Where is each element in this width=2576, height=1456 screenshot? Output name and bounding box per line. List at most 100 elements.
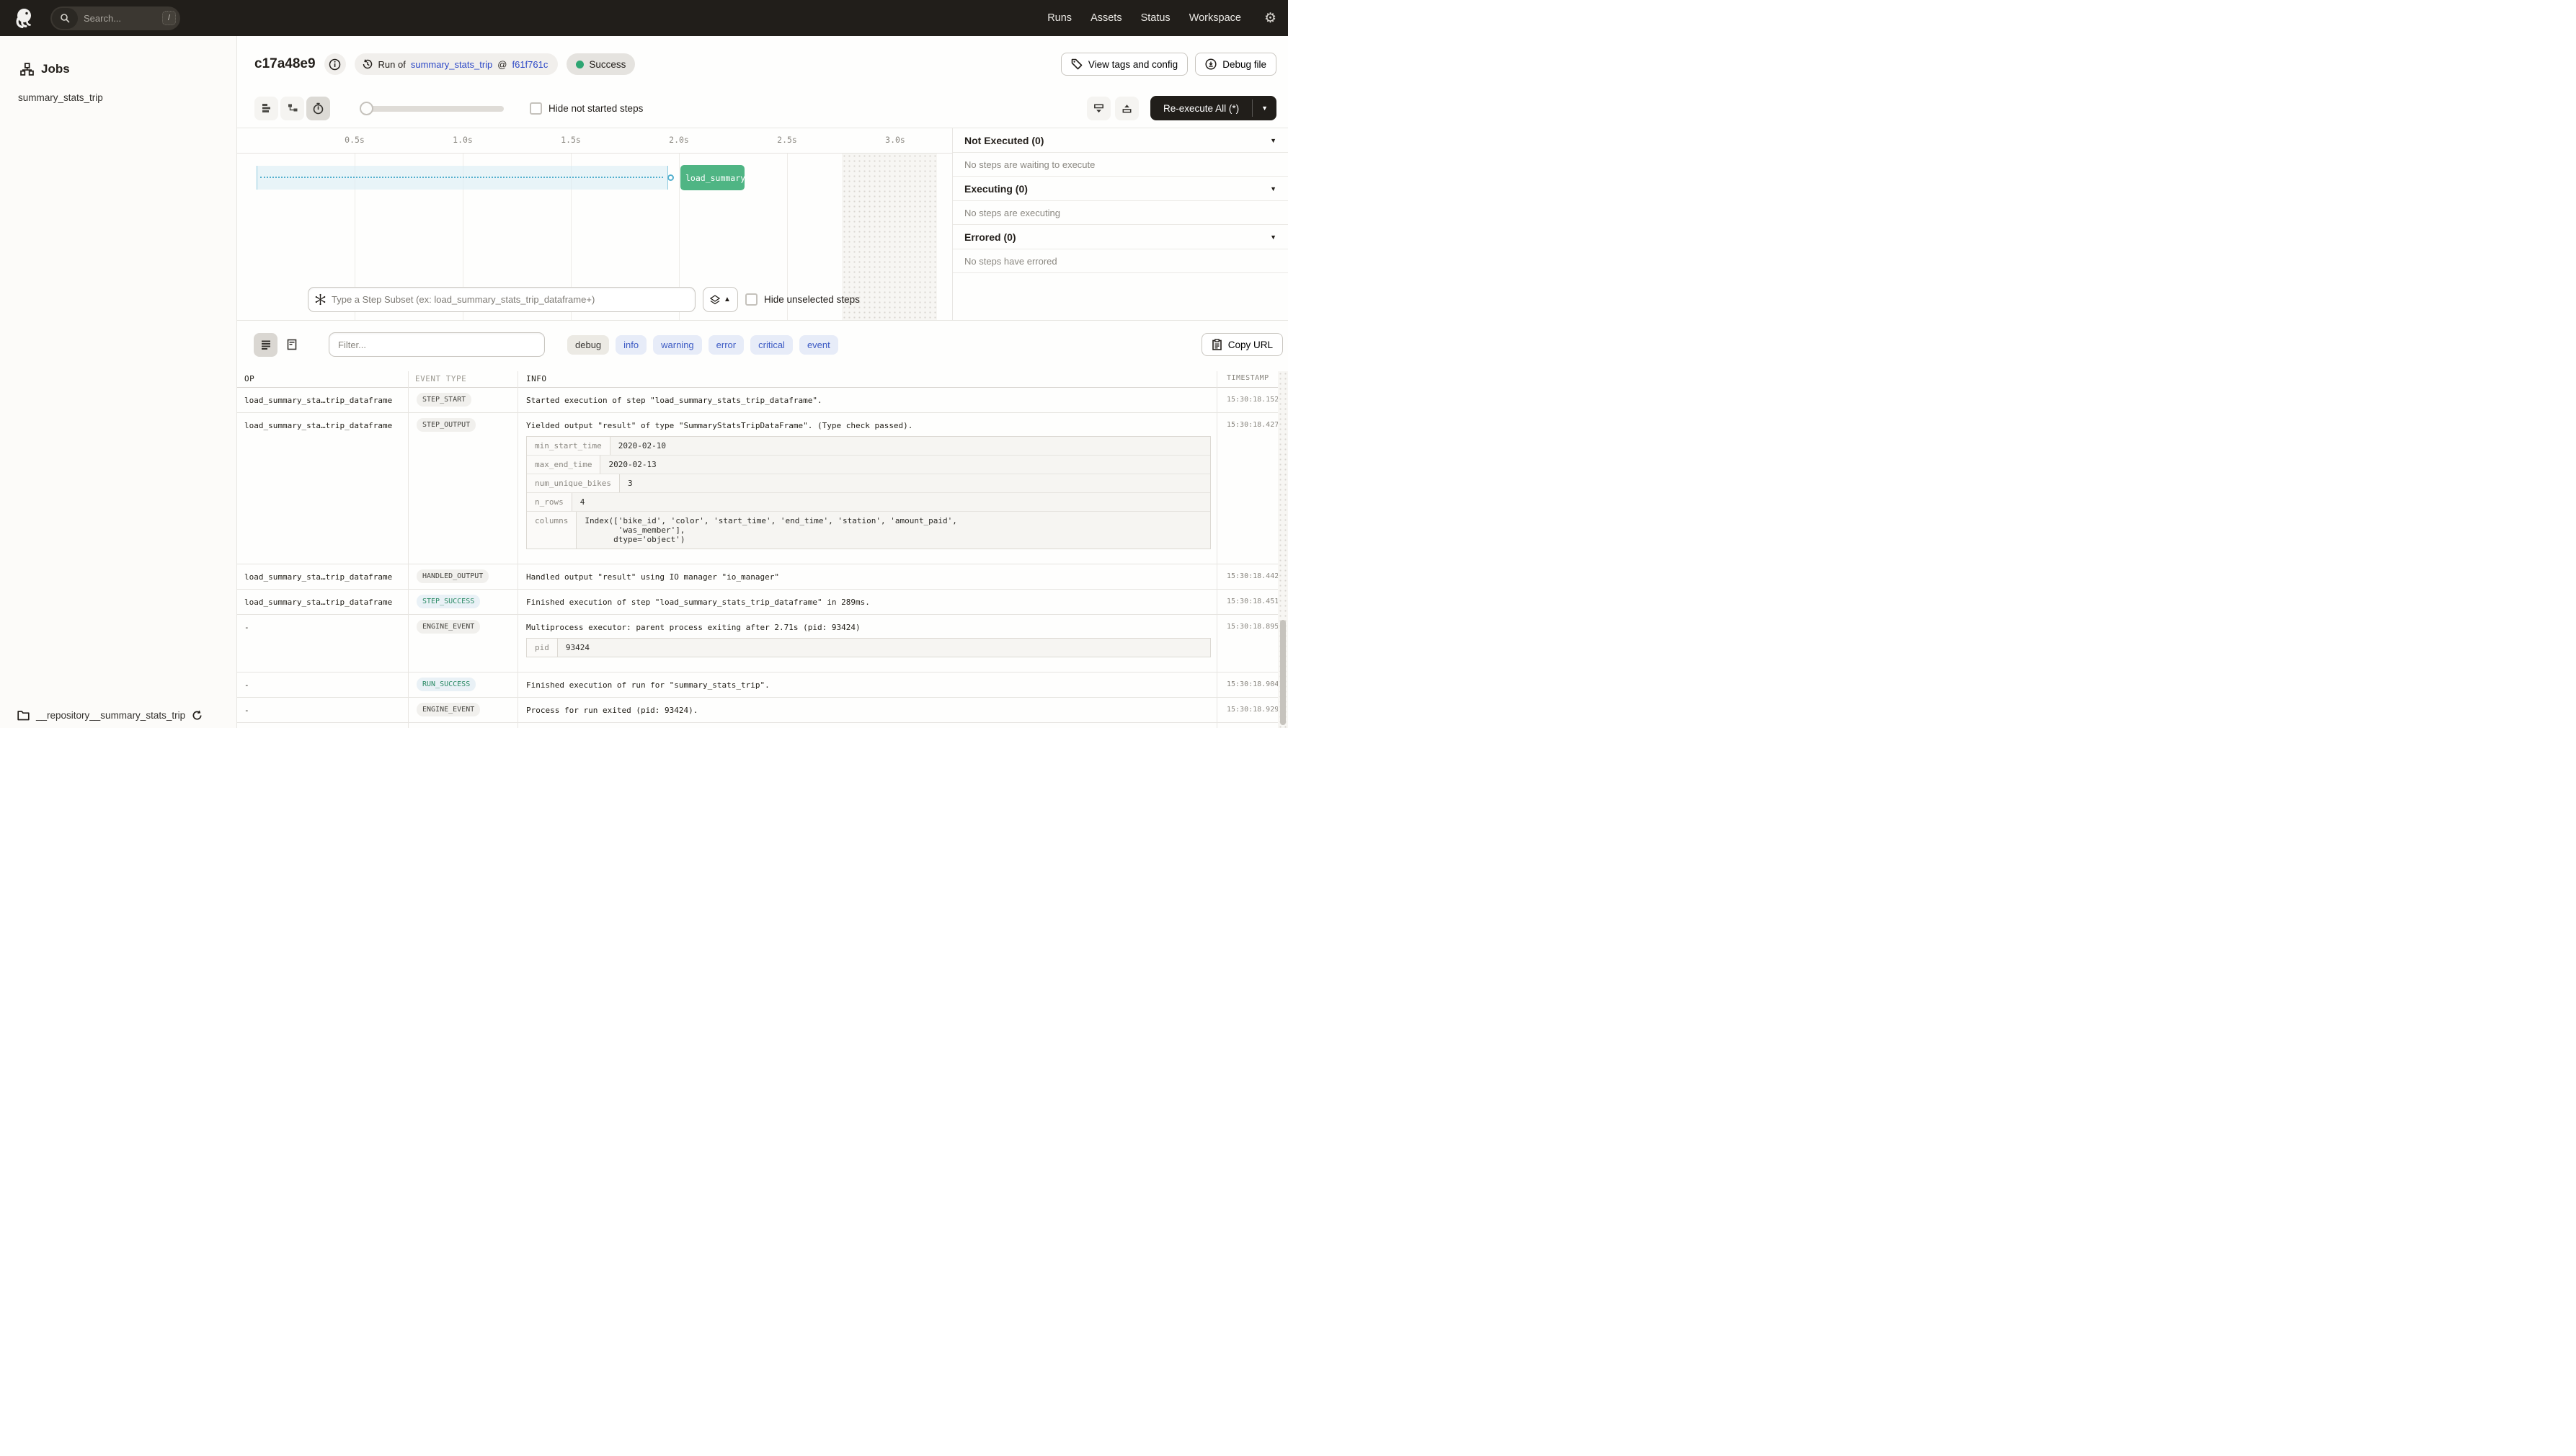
op-selector-icon <box>315 293 326 306</box>
zoom-slider-knob[interactable] <box>360 101 373 115</box>
log-table: OP EVENT TYPE INFO TIMESTAMP load_summar… <box>237 371 1288 728</box>
tick-label: 1.0s <box>453 135 473 145</box>
copy-url-button[interactable]: Copy URL <box>1201 333 1283 356</box>
section-errored[interactable]: Errored (0) ▼ <box>953 225 1288 249</box>
chip-critical[interactable]: critical <box>750 334 793 355</box>
dagster-logo-icon[interactable] <box>13 6 36 30</box>
left-sidebar: Jobs summary_stats_trip __repository__su… <box>0 36 237 728</box>
main-content: c17a48e9 Run of summary_stats_trip @ f61… <box>237 36 1288 728</box>
col-header-op: OP <box>244 374 255 383</box>
log-structured-view-icon[interactable] <box>280 333 303 357</box>
nav-link-runs[interactable]: Runs <box>1047 12 1072 24</box>
col-header-event-type: EVENT TYPE <box>415 374 467 383</box>
layers-icon <box>710 294 721 304</box>
global-search[interactable]: Search... / <box>50 6 180 30</box>
chip-debug[interactable]: debug <box>567 334 610 355</box>
gantt-body: load_summary… Type a Step Subset (ex: lo… <box>237 154 952 320</box>
step-subset-row: ▲ Hide unselected steps <box>308 287 860 312</box>
jobs-heading: Jobs <box>20 62 236 76</box>
log-scrollbar-thumb[interactable] <box>1280 620 1286 725</box>
hide-not-started-checkbox-row[interactable]: Hide not started steps <box>530 102 643 115</box>
sidebar-item-summary-stats-trip[interactable]: summary_stats_trip <box>18 92 236 103</box>
section-executing[interactable]: Executing (0) ▼ <box>953 177 1288 201</box>
log-row[interactable]: load_summary_sta…trip_dataframe STEP_SUC… <box>237 590 1288 615</box>
gantt-chart: 0.5s 1.0s 1.5s 2.0s 2.5s 3.0s load_summa… <box>237 128 952 320</box>
top-navbar: Search... / Runs Assets Status Workspace… <box>0 0 1288 36</box>
settings-gear-icon[interactable]: ⚙ <box>1264 12 1276 25</box>
commit-link[interactable]: f61f761c <box>512 59 548 70</box>
chip-info[interactable]: info <box>616 334 647 355</box>
download-icon <box>1205 58 1217 70</box>
reexecute-all-button[interactable]: Re-execute All (*) ▼ <box>1150 96 1276 120</box>
nav-link-workspace[interactable]: Workspace <box>1189 12 1241 24</box>
log-level-chips: debug info warning error critical event <box>567 334 838 355</box>
nav-link-assets[interactable]: Assets <box>1091 12 1122 24</box>
step-status-panel: Not Executed (0) ▼ No steps are waiting … <box>952 128 1288 320</box>
run-of-label: Run of <box>378 58 406 70</box>
reexecute-dropdown-caret[interactable]: ▼ <box>1253 96 1276 120</box>
chip-event[interactable]: event <box>799 334 838 355</box>
debug-file-button[interactable]: Debug file <box>1195 53 1276 76</box>
hide-unselected-checkbox-row[interactable]: Hide unselected steps <box>745 293 860 306</box>
hide-not-started-label: Hide not started steps <box>548 102 644 114</box>
nav-links: Runs Assets Status Workspace ⚙ <box>1047 12 1276 25</box>
collapse-down-icon[interactable] <box>1087 96 1111 120</box>
hide-unselected-label: Hide unselected steps <box>764 294 860 305</box>
hide-not-started-checkbox[interactable] <box>530 102 542 115</box>
event-type-pill: ENGINE_EVENT <box>417 620 481 634</box>
log-filter-row: debug info warning error critical event … <box>254 332 1283 358</box>
log-filter-input[interactable] <box>329 332 545 357</box>
zoom-slider[interactable] <box>360 97 504 120</box>
log-row[interactable]: - ENGINE_EVENT Multiprocess executor: pa… <box>237 615 1288 672</box>
nav-link-status[interactable]: Status <box>1141 12 1171 24</box>
hide-unselected-checkbox[interactable] <box>745 293 758 306</box>
tick-label: 2.5s <box>777 135 797 145</box>
section-executing-empty: No steps are executing <box>953 201 1288 225</box>
tag-icon <box>1071 58 1083 70</box>
log-row[interactable]: load_summary_sta…trip_dataframe STEP_STA… <box>237 388 1288 413</box>
chevron-down-icon: ▼ <box>1270 233 1276 241</box>
tick-label: 1.5s <box>561 135 581 145</box>
log-row[interactable]: - RUN_SUCCESS Finished execution of run … <box>237 672 1288 698</box>
chevron-down-icon: ▼ <box>1270 136 1276 144</box>
log-section: debug info warning error critical event … <box>237 321 1288 728</box>
job-link[interactable]: summary_stats_trip <box>411 59 492 70</box>
log-row[interactable]: - ENGINE_EVENT Process for run exited (p… <box>237 698 1288 723</box>
log-scrollbar-track[interactable] <box>1278 371 1288 728</box>
view-tags-config-button[interactable]: View tags and config <box>1060 53 1189 76</box>
search-icon <box>52 7 78 29</box>
info-icon[interactable] <box>324 53 346 75</box>
gantt-step-bar[interactable]: load_summary… <box>680 165 745 190</box>
flat-view-icon[interactable] <box>254 96 278 120</box>
status-badge: Success <box>567 53 636 75</box>
event-type-pill: ENGINE_EVENT <box>417 703 481 716</box>
log-row[interactable]: load_summary_sta…trip_dataframe STEP_OUT… <box>237 413 1288 564</box>
section-not-executed-empty: No steps are waiting to execute <box>953 153 1288 177</box>
chip-warning[interactable]: warning <box>653 334 702 355</box>
run-header: c17a48e9 Run of summary_stats_trip @ f61… <box>254 49 1276 79</box>
log-row[interactable]: load_summary_sta…trip_dataframe HANDLED_… <box>237 564 1288 590</box>
section-not-executed[interactable]: Not Executed (0) ▼ <box>953 128 1288 153</box>
reexecute-all-label[interactable]: Re-execute All (*) <box>1150 96 1252 120</box>
step-subset-input[interactable] <box>308 287 696 312</box>
search-placeholder: Search... <box>84 12 122 24</box>
tick-label: 2.0s <box>669 135 689 145</box>
status-label: Success <box>589 58 626 70</box>
timed-view-icon[interactable] <box>306 96 330 120</box>
run-of-breadcrumb: Run of summary_stats_trip @ f61f761c <box>354 53 559 75</box>
section-errored-empty: No steps have errored <box>953 249 1288 273</box>
step-waiting-bar <box>257 166 668 190</box>
reload-icon[interactable] <box>192 710 203 721</box>
chip-error[interactable]: error <box>708 334 745 355</box>
chevron-down-icon: ▼ <box>1270 185 1276 192</box>
repository-name: __repository__summary_stats_trip <box>36 710 186 721</box>
event-type-pill: HANDLED_OUTPUT <box>417 569 489 583</box>
tick-label: 0.5s <box>345 135 365 145</box>
log-table-header: OP EVENT TYPE INFO TIMESTAMP <box>237 371 1288 388</box>
graph-query-toggle-button[interactable]: ▲ <box>703 287 738 312</box>
waterfall-view-icon[interactable] <box>280 96 304 120</box>
gantt-toolbar: Hide not started steps Re-execute All (*… <box>254 95 1276 121</box>
folder-icon <box>17 711 30 721</box>
expand-up-icon[interactable] <box>1115 96 1140 120</box>
log-list-view-icon[interactable] <box>254 332 277 357</box>
